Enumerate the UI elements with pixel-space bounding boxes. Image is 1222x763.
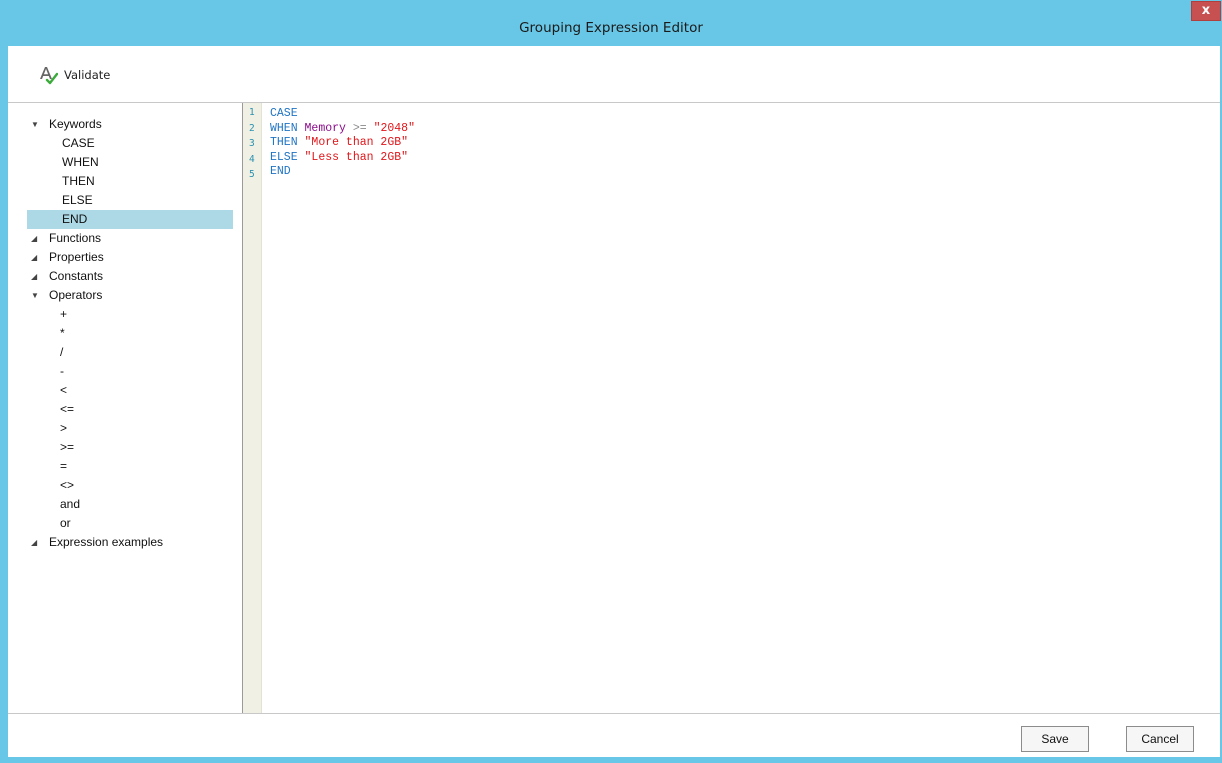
tree-item-label: or xyxy=(60,516,71,530)
validate-label: Validate xyxy=(64,68,111,82)
tree-item-label: + xyxy=(60,307,68,321)
tree-item[interactable]: END xyxy=(27,210,233,229)
tree-item[interactable]: < xyxy=(8,381,242,400)
tree-category-label: Operators xyxy=(49,288,103,302)
tree-item-label: WHEN xyxy=(62,155,99,169)
tree-category-label: Keywords xyxy=(49,117,102,131)
tree-category-constants[interactable]: ◢ Constants xyxy=(8,267,242,286)
code-line[interactable]: END xyxy=(270,165,1220,180)
code-token: "Less than 2GB" xyxy=(304,150,409,164)
tree-item[interactable]: + xyxy=(8,305,242,324)
tree-item-label: / xyxy=(60,345,64,359)
tree-item-label: >= xyxy=(60,440,75,454)
expanded-arrow-icon[interactable]: ▼ xyxy=(31,115,41,134)
tree-item-label: CASE xyxy=(62,136,95,150)
collapsed-arrow-icon[interactable]: ◢ xyxy=(31,533,41,552)
tree-category-label: Constants xyxy=(49,269,104,283)
expression-tree[interactable]: ▼ Keywords CASE WHEN THEN ELSE END ◢ Functions ◢ P… xyxy=(8,103,242,713)
tree-item[interactable]: = xyxy=(8,457,242,476)
code-line[interactable]: CASE xyxy=(270,107,1220,122)
tree-category-operators[interactable]: ▼ Operators xyxy=(8,286,242,305)
save-button[interactable]: Save xyxy=(1021,726,1089,752)
tree-category-keywords[interactable]: ▼ Keywords xyxy=(8,115,242,134)
tree-category-label: Properties xyxy=(49,250,104,264)
line-number: 5 xyxy=(249,169,255,180)
code-line[interactable]: WHEN Memory >= "2048" xyxy=(270,122,1220,137)
tree-item[interactable]: <= xyxy=(8,400,242,419)
tree-item[interactable]: or xyxy=(8,514,242,533)
tree-item[interactable]: <> xyxy=(8,476,242,495)
spellcheck-icon xyxy=(38,65,58,85)
tree-item[interactable]: THEN xyxy=(8,172,242,191)
title-bar[interactable]: Grouping Expression Editor x xyxy=(0,0,1222,46)
code-token: THEN xyxy=(270,136,298,149)
code-token: Memory xyxy=(304,121,346,135)
tree-item[interactable]: > xyxy=(8,419,242,438)
code-token: WHEN xyxy=(270,121,298,135)
code-token: ELSE xyxy=(270,150,298,164)
tree-item[interactable]: WHEN xyxy=(8,153,242,172)
code-token: "2048" xyxy=(373,121,415,135)
line-number: 2 xyxy=(249,122,255,134)
code-token: CASE xyxy=(270,107,298,120)
tree-item[interactable]: * xyxy=(8,324,242,343)
collapsed-arrow-icon[interactable]: ◢ xyxy=(31,248,41,267)
tree-item-label: END xyxy=(62,212,88,226)
dialog-footer: Save Cancel xyxy=(8,714,1220,757)
line-number: 4 xyxy=(249,153,255,165)
line-number: 1 xyxy=(249,107,255,118)
tree-item-label: * xyxy=(60,326,65,340)
tree-item-label: <= xyxy=(60,402,75,416)
tree-category-expression-examples[interactable]: ◢ Expression examples xyxy=(8,533,242,552)
expression-editor[interactable]: CASE WHEN Memory >= "2048" THEN "More than… xyxy=(262,103,1220,713)
code-token: "More than 2GB" xyxy=(304,136,409,149)
line-number: 3 xyxy=(249,138,255,149)
close-button[interactable]: x xyxy=(1191,1,1221,21)
tree-item[interactable]: >= xyxy=(8,438,242,457)
tree-category-functions[interactable]: ◢ Functions xyxy=(8,229,242,248)
tree-item-label: > xyxy=(60,421,68,435)
window-title: Grouping Expression Editor xyxy=(519,20,703,36)
tree-item-label: - xyxy=(60,364,64,378)
cancel-button[interactable]: Cancel xyxy=(1126,726,1194,752)
code-line[interactable]: THEN "More than 2GB" xyxy=(270,136,1220,151)
code-line[interactable]: ELSE "Less than 2GB" xyxy=(270,151,1220,166)
tree-item[interactable]: / xyxy=(8,343,242,362)
toolbar: Validate xyxy=(8,46,1220,102)
tree-item[interactable]: and xyxy=(8,495,242,514)
tree-item-label: = xyxy=(60,459,68,473)
tree-item[interactable]: ELSE xyxy=(8,191,242,210)
tree-item[interactable]: - xyxy=(8,362,242,381)
tree-category-label: Functions xyxy=(49,231,102,245)
line-number-gutter: 1 2 3 4 5 xyxy=(243,103,262,713)
tree-item-label: <> xyxy=(60,478,75,492)
tree-item-label: < xyxy=(60,383,68,397)
tree-category-properties[interactable]: ◢ Properties xyxy=(8,248,242,267)
tree-item-label: THEN xyxy=(62,174,95,188)
expanded-arrow-icon[interactable]: ▼ xyxy=(31,286,41,305)
code-token: >= xyxy=(352,121,367,135)
tree-category-label: Expression examples xyxy=(49,535,164,549)
collapsed-arrow-icon[interactable]: ◢ xyxy=(31,267,41,286)
code-token: END xyxy=(270,165,291,178)
validate-button[interactable]: Validate xyxy=(38,64,110,86)
tree-item-label: ELSE xyxy=(62,193,93,207)
tree-item-label: and xyxy=(60,497,81,511)
tree-item[interactable]: CASE xyxy=(8,134,242,153)
dialog-content: Validate ▼ Keywords CASE WHEN THEN ELSE END ◢ Fu… xyxy=(8,46,1220,757)
collapsed-arrow-icon[interactable]: ◢ xyxy=(31,229,41,248)
